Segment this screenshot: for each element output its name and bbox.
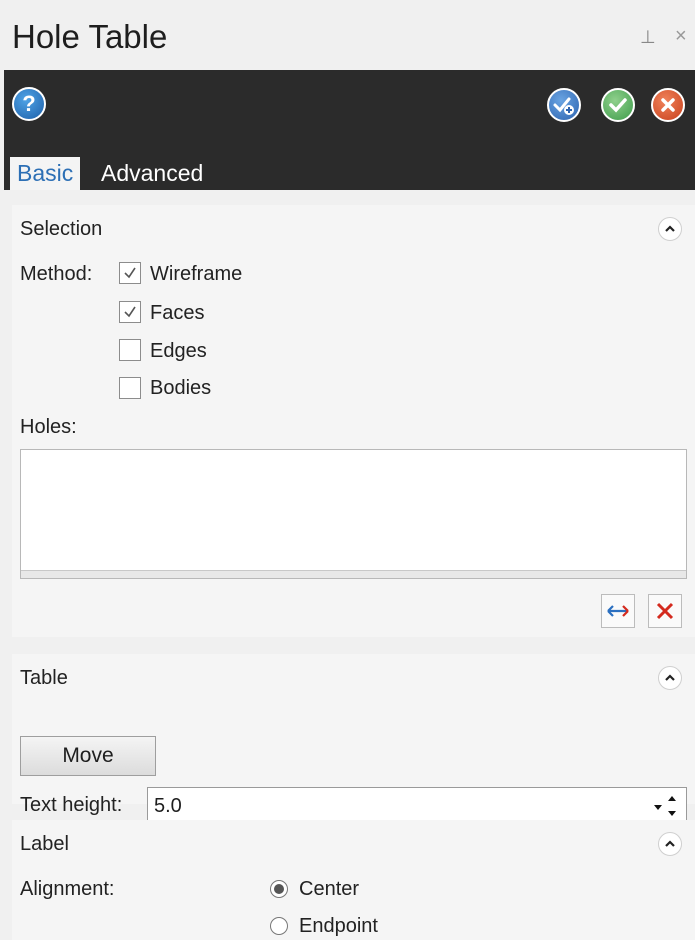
- alignment-label: Alignment:: [20, 878, 115, 900]
- dropdown-spinner-icon: [654, 796, 676, 816]
- table-section: Table Move Text height: 5.0: [12, 654, 695, 825]
- tab-advanced[interactable]: Advanced: [94, 157, 210, 190]
- wireframe-label: Wireframe: [150, 263, 243, 285]
- endpoint-radio[interactable]: [270, 917, 288, 935]
- label-section: Label Alignment: Center Endpoint: [12, 820, 695, 940]
- edges-label: Edges: [150, 340, 207, 362]
- remove-button[interactable]: [648, 594, 682, 628]
- text-height-value: 5.0: [154, 795, 182, 817]
- reverse-button[interactable]: [601, 594, 635, 628]
- selection-section: Selection Method: Wireframe Faces Edges …: [12, 205, 695, 637]
- tab-basic[interactable]: Basic: [10, 157, 81, 190]
- faces-label: Faces: [150, 302, 205, 324]
- double-arrow-icon: [607, 605, 629, 617]
- close-icon[interactable]: ×: [675, 25, 687, 48]
- center-option-label: Center: [299, 878, 360, 900]
- bodies-label: Bodies: [150, 377, 212, 399]
- collapse-label-button[interactable]: [658, 832, 682, 856]
- panel-title: Hole Table: [12, 18, 168, 55]
- horizontal-scrollbar[interactable]: [21, 570, 686, 578]
- endpoint-option-label: Endpoint: [299, 915, 378, 937]
- cancel-x-icon: [661, 98, 675, 112]
- wireframe-checkbox[interactable]: [119, 262, 141, 284]
- center-radio[interactable]: [270, 880, 288, 898]
- cancel-button[interactable]: [651, 88, 685, 122]
- method-label: Method:: [20, 263, 93, 285]
- ok-check-icon: [609, 98, 627, 113]
- apply-plus-icon: [553, 97, 574, 115]
- checkmark-icon: [124, 267, 136, 279]
- label-header: Label: [20, 833, 69, 855]
- delete-x-icon: [656, 602, 674, 620]
- holes-list[interactable]: [20, 449, 687, 579]
- faces-checkbox[interactable]: [119, 301, 141, 323]
- title-bar: Hole Table ⊥ ×: [0, 0, 695, 70]
- apply-button[interactable]: [547, 88, 581, 122]
- holes-label: Holes:: [20, 416, 77, 438]
- chevron-up-icon: [665, 225, 675, 232]
- radio-selected-dot: [274, 884, 284, 894]
- help-button[interactable]: ?: [12, 87, 46, 121]
- collapse-table-button[interactable]: [658, 666, 682, 690]
- toolbar: ? Basic Advanced: [4, 70, 695, 190]
- table-header: Table: [20, 667, 68, 689]
- chevron-up-icon: [665, 840, 675, 847]
- checkmark-icon: [124, 306, 136, 318]
- bodies-checkbox[interactable]: [119, 377, 141, 399]
- collapse-selection-button[interactable]: [658, 217, 682, 241]
- text-height-label: Text height:: [20, 794, 123, 816]
- selection-header: Selection: [20, 218, 103, 240]
- chevron-up-icon: [665, 674, 675, 681]
- edges-checkbox[interactable]: [119, 339, 141, 361]
- move-button[interactable]: Move: [20, 736, 156, 776]
- text-height-spinner[interactable]: [652, 792, 682, 820]
- ok-button[interactable]: [601, 88, 635, 122]
- pin-icon[interactable]: ⊥: [640, 27, 656, 48]
